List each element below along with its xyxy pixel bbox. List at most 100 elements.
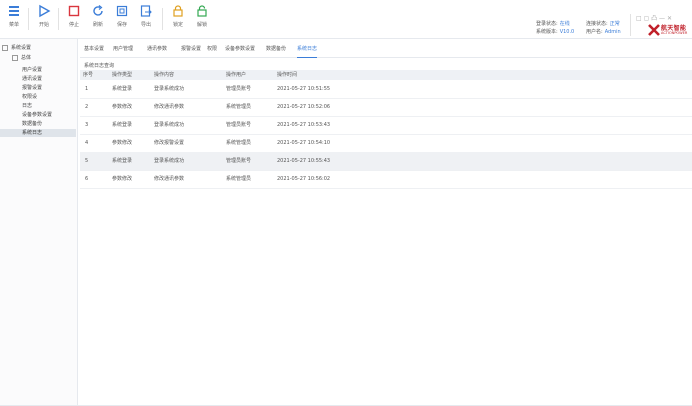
cell-content: 修改报警设置 <box>154 140 185 146</box>
start-button[interactable]: 开始 <box>32 4 56 36</box>
save-button-label: 保存 <box>116 22 127 28</box>
cell-index: 5 <box>85 158 89 164</box>
connection-status: 连接状态: 正常 <box>586 21 620 27</box>
stop-button[interactable]: 停止 <box>62 4 86 36</box>
sidebar-item-user-settings[interactable]: 用户设置 <box>0 66 76 74</box>
cell-type: 参数修改 <box>112 176 133 182</box>
cell-index: 3 <box>85 122 89 128</box>
refresh-icon <box>93 5 103 16</box>
menu-icon <box>9 6 19 16</box>
save-button[interactable]: 保存 <box>110 4 134 36</box>
tab-alarm-settings[interactable]: 报警设置 <box>181 45 201 57</box>
unlock-button[interactable]: 解锁 <box>190 4 214 36</box>
login-status: 登录状态: 在线 <box>536 21 570 27</box>
cell-type: 系统登录 <box>112 122 133 128</box>
table-row[interactable]: 1 系统登录 登录系统成功 管理员账号 2021-05-27 10:51:55 <box>80 80 692 99</box>
sidebar-root[interactable]: 系统设置 <box>2 44 31 52</box>
cell-time: 2021-05-27 10:52:06 <box>277 104 331 110</box>
cell-index: 1 <box>85 86 89 92</box>
sidebar-item-system-log[interactable]: 系统日志 <box>0 129 76 137</box>
cell-time: 2021-05-27 10:53:43 <box>277 122 331 128</box>
save-icon <box>116 5 128 17</box>
toolbar-divider <box>630 14 631 36</box>
menu-button[interactable]: 菜单 <box>2 4 26 36</box>
cell-time: 2021-05-27 10:54:10 <box>277 140 331 146</box>
cell-user: 系统管理员 <box>226 176 252 182</box>
tab-data-backup[interactable]: 数据备份 <box>266 45 286 57</box>
window-controls[interactable]: □ ▢ 凸 — ✕ <box>636 13 672 22</box>
table-row[interactable]: 4 参数修改 修改报警设置 系统管理员 2021-05-27 10:54:10 <box>80 134 692 153</box>
table-row[interactable]: 2 参数修改 修改通讯参数 系统管理员 2021-05-27 10:52:06 <box>80 98 692 117</box>
export-icon <box>140 5 152 17</box>
cell-content: 修改通讯参数 <box>154 104 185 110</box>
cell-user: 管理员账号 <box>226 122 252 128</box>
logo-subtext: ACTIONPOWER <box>661 31 688 35</box>
logo-mark-icon <box>648 24 660 36</box>
sidebar-item-device-params[interactable]: 设备参数设置 <box>0 111 76 119</box>
column-header[interactable]: 操作时间 <box>277 70 297 80</box>
tab-comm-params[interactable]: 通讯参数 <box>147 45 167 57</box>
cell-user: 系统管理员 <box>226 104 252 110</box>
brand-logo: 航天智能 ACTIONPOWER <box>648 23 690 37</box>
refresh-button[interactable]: 刷新 <box>86 4 110 36</box>
cell-type: 参数修改 <box>112 140 133 146</box>
column-header[interactable]: 操作内容 <box>154 70 174 80</box>
cell-content: 修改通讯参数 <box>154 176 185 182</box>
stop-icon <box>68 5 80 17</box>
cell-index: 2 <box>85 104 89 110</box>
table-row-selected[interactable]: 5 系统登录 登录系统成功 管理员账号 2021-05-27 10:55:43 <box>80 152 692 171</box>
play-icon <box>39 4 51 18</box>
column-header[interactable]: 操作用户 <box>226 70 246 80</box>
toolbar-divider <box>28 8 29 30</box>
tab-basic-settings[interactable]: 基本设置 <box>84 45 104 57</box>
cell-content: 登录系统成功 <box>154 122 185 128</box>
cell-user: 系统管理员 <box>226 140 252 146</box>
start-button-label: 开始 <box>38 22 49 28</box>
menu-button-label: 菜单 <box>8 22 19 28</box>
sidebar-item-permissions[interactable]: 权限设 <box>0 93 76 101</box>
app-window: 菜单 开始 停止 刷新 保存 导出 锁定 解锁 登录状态: 在线 连接状态: 正… <box>0 0 692 406</box>
stop-button-label: 停止 <box>68 22 79 28</box>
cell-index: 4 <box>85 140 89 146</box>
table-header: 序号 操作类型 操作内容 操作用户 操作时间 <box>80 70 692 80</box>
section-title: 系统日志查询 <box>84 63 115 69</box>
column-header[interactable]: 序号 <box>83 70 93 80</box>
tree-node-icon <box>2 44 8 51</box>
sidebar-item-alarm-settings[interactable]: 报警设置 <box>0 84 76 92</box>
toolbar: 菜单 开始 停止 刷新 保存 导出 锁定 解锁 登录状态: 在线 连接状态: 正… <box>0 0 692 39</box>
export-button-label: 导出 <box>140 22 151 28</box>
refresh-button-label: 刷新 <box>92 22 103 28</box>
cell-user: 管理员账号 <box>226 158 252 164</box>
current-user: 用户名: Admin <box>586 29 621 35</box>
lock-button-label: 锁定 <box>172 22 183 28</box>
tab-device-params[interactable]: 设备参数设置 <box>225 45 255 57</box>
table-row[interactable]: 6 参数修改 修改通讯参数 系统管理员 2021-05-27 10:56:02 <box>80 170 692 189</box>
export-button[interactable]: 导出 <box>134 4 158 36</box>
sidebar-item-comm-settings[interactable]: 通讯设置 <box>0 75 76 83</box>
unlock-button-label: 解锁 <box>196 22 207 28</box>
toolbar-divider <box>162 8 163 30</box>
tab-permissions[interactable]: 权限 <box>207 45 217 57</box>
cell-index: 6 <box>85 176 89 182</box>
tab-bar: 基本设置 用户管理 通讯参数 报警设置 权限 设备参数设置 数据备份 系统日志 <box>80 41 692 58</box>
sidebar: 系统设置 总体 用户设置 通讯设置 报警设置 权限设 日志 设备参数设置 数据备… <box>0 39 78 406</box>
sidebar-item-general[interactable]: 总体 <box>12 54 31 62</box>
sidebar-item-backup[interactable]: 数据备份 <box>0 120 76 128</box>
unlock-icon <box>197 5 207 17</box>
cell-content: 登录系统成功 <box>154 158 185 164</box>
toolbar-divider <box>58 8 59 30</box>
lock-button[interactable]: 锁定 <box>166 4 190 36</box>
lock-icon <box>173 5 183 17</box>
column-header[interactable]: 操作类型 <box>112 70 132 80</box>
cell-user: 管理员账号 <box>226 86 252 92</box>
sidebar-item-log[interactable]: 日志 <box>0 102 76 110</box>
system-version: 系统版本: V10.0 <box>536 29 575 35</box>
table-row[interactable]: 3 系统登录 登录系统成功 管理员账号 2021-05-27 10:53:43 <box>80 116 692 135</box>
cell-type: 参数修改 <box>112 104 133 110</box>
cell-time: 2021-05-27 10:55:43 <box>277 158 331 164</box>
cell-time: 2021-05-27 10:56:02 <box>277 176 331 182</box>
cell-type: 系统登录 <box>112 158 133 164</box>
tree-node-icon <box>12 54 18 61</box>
tab-user-management[interactable]: 用户管理 <box>113 45 133 57</box>
tab-system-log[interactable]: 系统日志 <box>297 45 318 58</box>
